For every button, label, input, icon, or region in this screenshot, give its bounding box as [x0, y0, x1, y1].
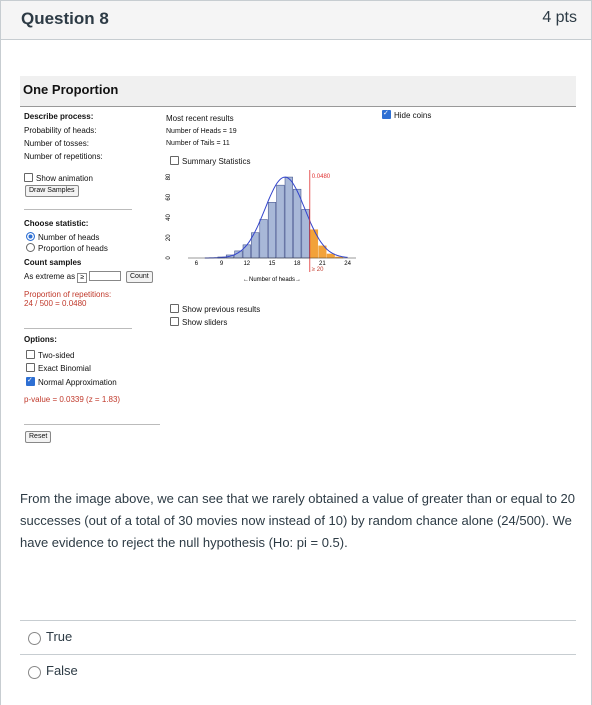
x-tick-label: 24	[344, 261, 351, 267]
proportion-result-value: 24 / 500 = 0.0480	[24, 299, 87, 308]
histogram-bar	[284, 176, 293, 259]
show-sliders-option[interactable]: Show sliders	[170, 317, 227, 328]
histogram-bar	[259, 219, 268, 259]
draw-samples-button[interactable]: Draw Samples	[25, 185, 79, 197]
cutoff-input[interactable]	[89, 271, 122, 281]
checkbox-checked-icon	[26, 376, 35, 386]
checkbox-checked-icon	[382, 109, 391, 119]
reps-label: Number of repetitions:	[24, 152, 103, 161]
checkbox-icon	[170, 304, 179, 313]
answer-option[interactable]: True	[20, 620, 576, 655]
question-points: 4 pts	[542, 9, 577, 26]
radio-icon[interactable]	[28, 666, 41, 679]
option-label: Normal Approximation	[38, 378, 117, 387]
proportion-label: 0.0480	[312, 174, 331, 180]
checkbox-icon	[24, 173, 33, 182]
option-label: Summary Statistics	[182, 157, 251, 166]
y-tick-label: 20	[166, 234, 172, 241]
answer-option[interactable]: False	[20, 654, 576, 689]
reset-button[interactable]: Reset	[25, 431, 52, 443]
tosses-label: Number of tosses:	[24, 139, 89, 148]
x-tick-label: 15	[269, 261, 276, 267]
recent-results-heading: Most recent results	[166, 114, 234, 123]
two-sided-option[interactable]: Two-sided	[26, 350, 74, 361]
divider	[24, 328, 132, 329]
checkbox-icon	[26, 350, 35, 359]
option-label: Exact Binomial	[38, 364, 91, 373]
checkbox-icon	[26, 363, 35, 372]
x-tick-label: 9	[220, 261, 224, 267]
answer-label: True	[46, 629, 73, 644]
y-tick-label: 40	[166, 214, 172, 221]
y-tick-label: 60	[166, 193, 172, 200]
option-label: Hide coins	[394, 111, 432, 120]
histogram-bar	[326, 253, 335, 259]
radio-selected-icon	[26, 232, 35, 241]
operator-select[interactable]: ≥	[77, 273, 88, 283]
show-previous-option[interactable]: Show previous results	[170, 304, 260, 315]
histogram-bar	[309, 229, 319, 259]
applet-title: One Proportion	[23, 82, 119, 97]
radio-icon	[26, 243, 35, 252]
proportion-of-heads-option[interactable]: Proportion of heads	[26, 243, 108, 254]
radio-icon[interactable]	[28, 632, 41, 645]
question-header: Question 8 4 pts	[0, 0, 592, 40]
divider	[24, 209, 132, 210]
divider	[24, 424, 160, 425]
x-axis-label: ←Number of heads→	[243, 277, 301, 283]
hide-coins-option[interactable]: Hide coins	[382, 109, 432, 121]
describe-heading: Describe process:	[24, 112, 94, 121]
question-title: Question 8	[21, 9, 109, 28]
count-button[interactable]: Count	[126, 271, 153, 283]
option-label: Show previous results	[182, 305, 261, 314]
x-tick-label: 12	[243, 261, 250, 267]
dotplot-chart: 020406080 0.0480 6 9 12 15 18 21 24 ≥ 20 ←Numb…	[166, 170, 356, 283]
option-label: Show sliders	[182, 318, 228, 327]
option-label: Number of heads	[38, 233, 100, 242]
normal-approx-option[interactable]: Normal Approximation	[26, 376, 117, 388]
checkbox-icon	[170, 317, 179, 326]
prob-label: Probability of heads:	[24, 126, 97, 135]
extreme-row: As extreme as ≥	[24, 271, 122, 283]
number-of-heads-option[interactable]: Number of heads	[26, 232, 99, 243]
cutoff-tick-label: ≥ 20	[312, 267, 324, 273]
histogram-bar	[267, 202, 277, 259]
count-samples-heading: Count samples	[24, 258, 82, 267]
question-statement: From the image above, we can see that we…	[20, 491, 576, 550]
histogram-bar	[276, 184, 285, 259]
histogram-bar	[242, 244, 251, 259]
one-proportion-applet-image: One Proportion Describe process: Probabi…	[20, 76, 576, 456]
y-tick-label: 0	[166, 256, 172, 260]
exact-binomial-option[interactable]: Exact Binomial	[26, 363, 91, 374]
x-tick-label: 6	[195, 261, 199, 267]
x-tick-label: 18	[294, 261, 301, 267]
options-heading: Options:	[24, 335, 57, 344]
heads-count: Number of Heads = 19	[166, 128, 237, 135]
answer-label: False	[46, 663, 78, 678]
extreme-label: As extreme as	[24, 272, 76, 281]
option-label: Two-sided	[38, 351, 75, 360]
tails-count: Number of Tails = 11	[166, 140, 230, 147]
p-value-text: p-value = 0.0339 (z = 1.83)	[24, 395, 121, 404]
option-label: Proportion of heads	[38, 244, 108, 253]
summary-stats-option[interactable]: Summary Statistics	[170, 156, 250, 167]
show-animation-option[interactable]: Show animation	[24, 173, 93, 184]
applet-title-bar: One Proportion	[20, 76, 576, 107]
show-animation-label: Show animation	[36, 174, 93, 183]
histogram-bar	[293, 188, 302, 259]
y-tick-label: 80	[166, 173, 172, 180]
statistic-heading: Choose statistic:	[24, 219, 89, 228]
checkbox-icon	[170, 156, 179, 165]
